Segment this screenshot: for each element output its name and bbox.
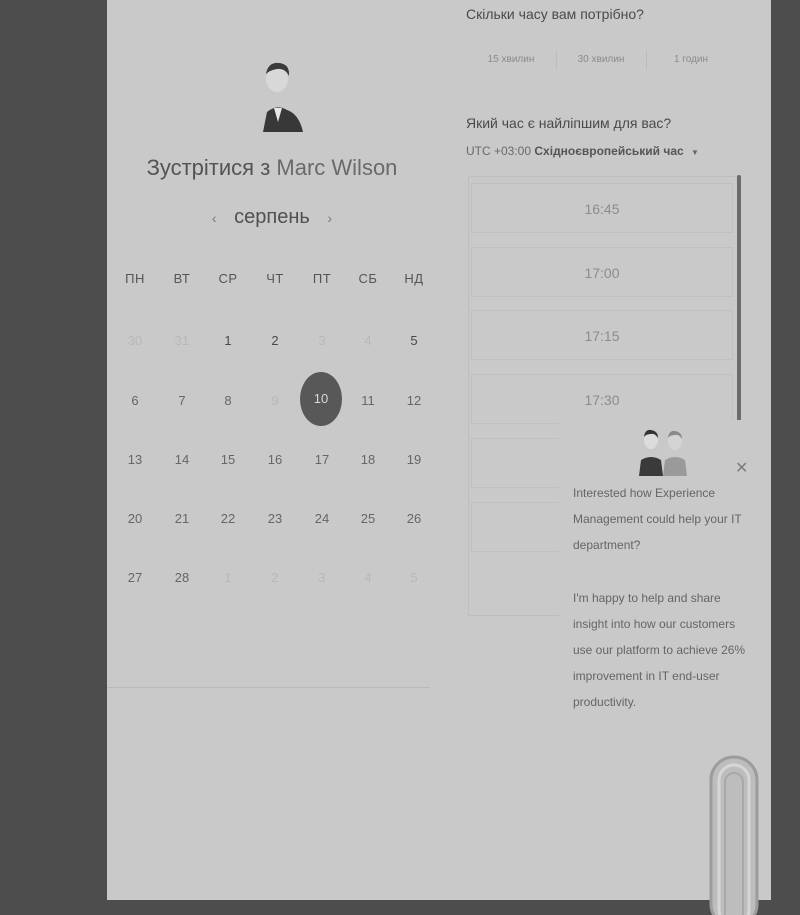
calendar-day[interactable]: 27 [115,558,155,598]
duration-option-15[interactable]: 15 хвилин [466,50,556,70]
host-avatar [263,62,303,132]
caret-down-icon: ▼ [691,148,699,157]
calendar-day[interactable]: 16 [255,440,295,480]
calendar-day[interactable]: 11 [348,381,388,421]
chevron-left-icon[interactable]: ‹ [212,210,217,226]
calendar-day: 4 [364,333,372,348]
meeting-title-prefix: Зустрітися з [146,155,271,180]
calendar-day[interactable]: 18 [348,440,388,480]
calendar-day: 31 [174,333,190,348]
section-divider [107,687,430,688]
calendar-day[interactable]: 1 [208,321,248,361]
chevron-right-icon[interactable]: › [327,210,332,226]
month-navigation: ‹ серпень › [107,206,437,229]
duration-option-30[interactable]: 30 хвилин [556,50,646,70]
weekday-label: ЧТ [266,271,284,286]
calendar-day[interactable]: 25 [348,499,388,539]
booking-panel: Зустрітися з Marc Wilson ‹ серпень › ПН … [107,0,771,915]
month-label: серпень [234,206,310,228]
calendar-day[interactable]: 24 [302,499,342,539]
timezone-selector[interactable]: UTC +03:00 Східноєвропейський час ▼ [466,144,699,158]
calendar-day[interactable]: 15 [208,440,248,480]
agents-avatar [639,429,687,476]
time-slot-scrollbar[interactable] [737,175,741,447]
weekday-label: СБ [358,271,378,286]
meeting-title: Зустрітися з Marc Wilson [107,155,437,181]
chat-launcher-button[interactable] [709,755,759,915]
duration-question: Скільки часу вам потрібно? [466,6,644,22]
calendar-day: 3 [318,333,326,348]
calendar-day-selected[interactable]: 10 [300,372,342,426]
time-slot[interactable]: 17:30 [471,374,733,424]
time-slot[interactable]: 17:00 [471,247,733,297]
weekday-label: ПТ [312,271,332,286]
calendar-day: 4 [364,570,372,585]
calendar-day[interactable]: 26 [394,499,434,539]
calendar-day: 5 [410,570,418,585]
timezone-name: Східноєвропейський час [534,144,684,158]
calendar-day[interactable]: 14 [162,440,202,480]
calendar-day[interactable]: 13 [115,440,155,480]
weekday-label: НД [404,271,424,286]
chat-popup: ✕ Interested how Experience Management c… [559,420,771,740]
calendar-day[interactable]: 8 [208,381,248,421]
duration-option-60[interactable]: 1 годин [646,50,736,70]
calendar-day[interactable]: 6 [115,381,155,421]
calendar-day: 1 [224,570,232,585]
calendar-day[interactable]: 22 [208,499,248,539]
calendar-day[interactable]: 23 [255,499,295,539]
timezone-offset: UTC +03:00 [466,144,532,158]
calendar-day: 30 [127,333,143,348]
calendar-day[interactable]: 19 [394,440,434,480]
time-slot[interactable]: 16:45 [471,183,733,233]
calendar-day[interactable]: 20 [115,499,155,539]
calendar-day: 2 [271,570,279,585]
calendar-day[interactable]: 12 [394,381,434,421]
chat-message: Interested how Experience Management cou… [573,480,753,742]
time-question: Який час є найліпшим для вас? [466,115,672,131]
calendar-day[interactable]: 7 [162,381,202,421]
weekday-label: ПН [125,271,145,286]
weekday-label: СР [218,271,238,286]
calendar-day[interactable]: 28 [162,558,202,598]
time-slot[interactable]: 17:15 [471,310,733,360]
duration-selector: 15 хвилин 30 хвилин 1 годин [466,50,736,74]
calendar-day: 3 [318,570,326,585]
chat-message-body: I'm happy to help and share insight into… [573,590,746,710]
close-icon[interactable]: ✕ [735,458,748,478]
calendar-day[interactable]: 21 [162,499,202,539]
calendar-day[interactable]: 17 [302,440,342,480]
calendar-day[interactable]: 5 [394,321,434,361]
calendar-day: 9 [271,393,279,408]
chat-message-intro: Interested how Experience Management cou… [573,486,742,553]
weekday-label: ВТ [173,271,191,286]
calendar-day[interactable]: 2 [255,321,295,361]
host-name: Marc Wilson [276,155,398,180]
